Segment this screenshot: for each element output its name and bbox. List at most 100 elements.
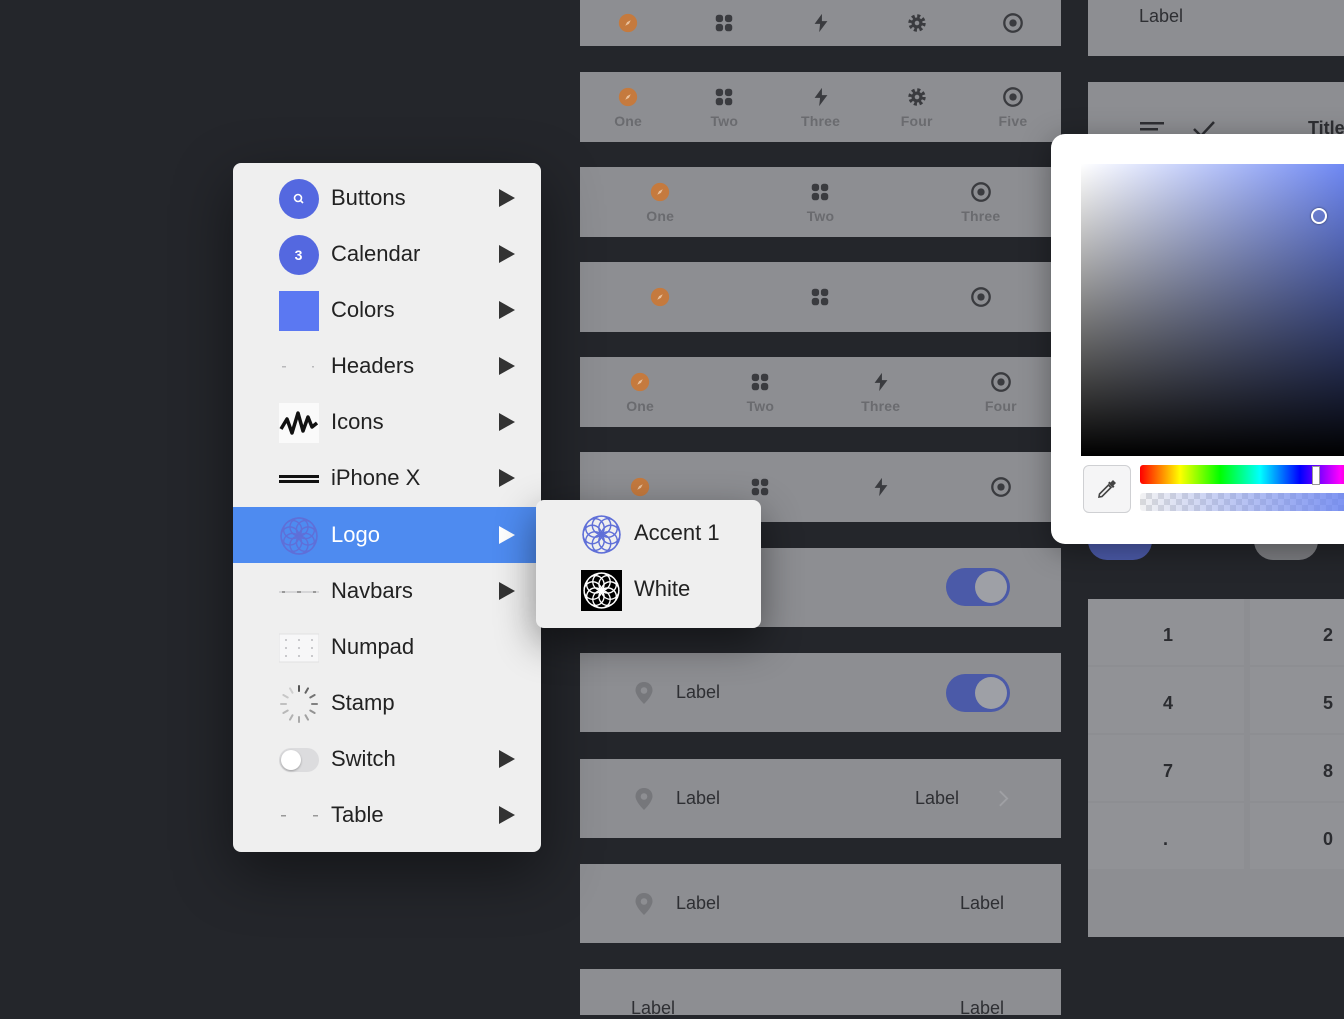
chevron-row[interactable]: Label Label (580, 759, 1061, 838)
row-value: Label (915, 788, 960, 808)
tab-three[interactable]: Three (772, 86, 868, 129)
tab-two[interactable]: Two (700, 371, 820, 414)
menu-item-label: Stamp (331, 690, 395, 715)
tab-two[interactable]: Two (676, 86, 772, 129)
tab-two[interactable]: Two (740, 181, 900, 224)
tab-three[interactable]: Three (901, 181, 1061, 224)
tab-three[interactable] (772, 12, 868, 34)
compass-icon (618, 13, 638, 33)
compass-icon (650, 287, 670, 307)
numpad-key-0[interactable]: 0 (1250, 803, 1344, 869)
tab-five[interactable] (965, 12, 1061, 34)
menu-item-numpad[interactable]: Numpad (233, 619, 541, 675)
value-row: Label Label (580, 864, 1061, 943)
logo-submenu: Accent 1 White (536, 500, 761, 628)
compass-icon (630, 372, 650, 391)
tab-two[interactable] (740, 286, 900, 308)
iphone-x-bar-icon (278, 458, 319, 499)
user-circle-icon (1003, 86, 1023, 107)
tab-three[interactable] (821, 476, 941, 498)
submenu-item-accent-1[interactable]: Accent 1 (536, 506, 761, 562)
saturation-value-area[interactable] (1081, 164, 1344, 456)
tab-one[interactable] (580, 12, 676, 34)
user-circle-icon (991, 371, 1011, 392)
lightning-icon (814, 87, 827, 106)
menu-item-buttons[interactable]: Buttons (233, 170, 541, 226)
eyedropper-icon (1098, 480, 1116, 498)
menu-item-colors[interactable]: Colors (233, 282, 541, 338)
menu-item-table[interactable]: Table (233, 787, 541, 843)
numpad-key-7[interactable]: 7 (1088, 735, 1244, 801)
eyedropper-button[interactable] (1083, 465, 1131, 513)
tab-one[interactable]: One (580, 371, 700, 414)
submenu-arrow-icon (499, 750, 515, 768)
submenu-arrow-icon (499, 357, 515, 375)
toggle-switch[interactable] (946, 674, 1010, 712)
tab-four[interactable] (941, 476, 1061, 498)
numpad-key-5[interactable]: 5 (1250, 667, 1344, 733)
alpha-slider[interactable] (1140, 493, 1344, 511)
menu-item-label: Buttons (331, 185, 406, 210)
tab-one[interactable] (580, 286, 740, 308)
numpad: 1 2 4 5 7 8 . 0 (1088, 599, 1344, 937)
tab-three[interactable]: Three (821, 371, 941, 414)
tab-label: Two (710, 112, 739, 129)
toggle-switch[interactable] (946, 568, 1010, 606)
color-swatch-icon (278, 290, 319, 331)
numpad-key-2[interactable]: 2 (1250, 599, 1344, 665)
logo-white-icon (581, 570, 622, 611)
chevron-right-icon (999, 790, 1009, 807)
row-label: Label (676, 893, 721, 913)
numpad-key-8[interactable]: 8 (1250, 735, 1344, 801)
tab-one[interactable]: One (580, 86, 676, 129)
tab-label: Two (806, 207, 835, 224)
user-circle-icon (970, 287, 991, 307)
compass-icon (630, 477, 650, 497)
numpad-key-dot[interactable]: . (1088, 803, 1244, 869)
gear-icon (907, 14, 926, 32)
submenu-arrow-icon (499, 189, 515, 207)
lightning-icon (814, 13, 827, 33)
tab-two[interactable] (700, 476, 820, 498)
compass-icon (618, 87, 638, 106)
logo-rosette-icon (278, 515, 319, 556)
menu-item-label: Headers (331, 353, 415, 378)
tab-four[interactable]: Four (941, 371, 1061, 414)
menu-item-label: Icons (331, 409, 384, 434)
location-pin-icon (635, 682, 653, 704)
grid-icon (812, 183, 829, 200)
tab-two[interactable] (676, 12, 772, 34)
menu-item-icons[interactable]: Icons (233, 394, 541, 450)
hue-slider-handle[interactable] (1312, 466, 1320, 485)
color-selector-knob[interactable] (1311, 208, 1327, 224)
tab-label: One (614, 112, 643, 129)
submenu-arrow-icon (499, 469, 515, 487)
tab-one[interactable]: One (580, 181, 740, 224)
numpad-key-4[interactable]: 4 (1088, 667, 1244, 733)
menu-item-iphone-x[interactable]: iPhone X (233, 450, 541, 506)
tab-label: Five (998, 112, 1028, 129)
tab-one[interactable] (580, 476, 700, 498)
numpad-key-1[interactable]: 1 (1088, 599, 1244, 665)
menu-item-label: Colors (331, 297, 395, 322)
tab-bar-icons-5 (580, 0, 1061, 46)
submenu-item-white[interactable]: White (536, 562, 761, 618)
menu-item-logo[interactable]: Logo (233, 507, 541, 563)
hue-slider[interactable] (1140, 465, 1344, 485)
loading-spinner-icon (278, 683, 319, 724)
calendar-badge-icon: 3 (278, 234, 319, 275)
color-picker-popover (1051, 134, 1344, 544)
tab-five[interactable]: Five (965, 86, 1061, 129)
grid-icon (716, 14, 733, 32)
tab-three[interactable] (901, 286, 1061, 308)
menu-item-stamp[interactable]: Stamp (233, 675, 541, 731)
menu-item-switch[interactable]: Switch (233, 731, 541, 787)
tab-four[interactable]: Four (869, 86, 965, 129)
menu-item-navbars[interactable]: Navbars (233, 563, 541, 619)
menu-item-label: Table (331, 802, 384, 827)
menu-item-calendar[interactable]: 3 Calendar (233, 226, 541, 282)
menu-item-headers[interactable]: Headers (233, 338, 541, 394)
grid-icon (716, 88, 733, 105)
tab-label: One (646, 207, 675, 224)
tab-four[interactable] (869, 12, 965, 34)
